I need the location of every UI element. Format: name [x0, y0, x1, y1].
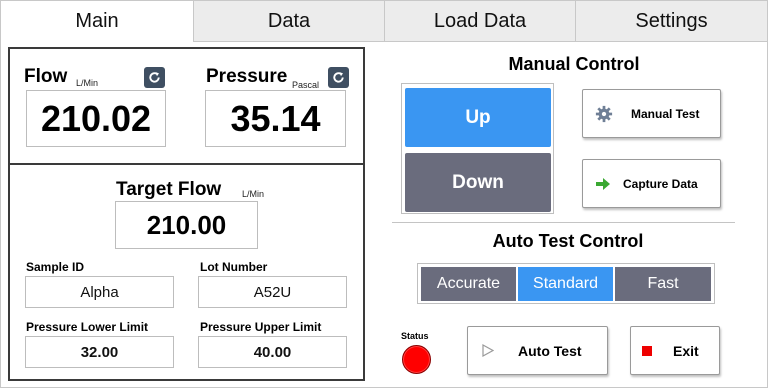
pressure-refresh-button[interactable]	[328, 67, 349, 88]
manual-control-title: Manual Control	[508, 54, 640, 74]
flow-refresh-button[interactable]	[144, 67, 165, 88]
status-label: Status	[401, 331, 429, 341]
exit-button[interactable]: Exit	[630, 326, 720, 375]
play-icon	[468, 327, 508, 374]
capture-data-button[interactable]: Capture Data	[582, 159, 721, 208]
tab-main[interactable]: Main	[0, 0, 194, 42]
lot-number-label: Lot Number	[200, 260, 268, 274]
up-button[interactable]: Up	[405, 88, 551, 147]
pressure-lower-limit-input[interactable]: 32.00	[25, 336, 174, 368]
target-flow-label: Target Flow	[116, 179, 222, 200]
gear-icon	[583, 90, 625, 137]
auto-test-control-title: Auto Test Control	[492, 231, 644, 251]
mode-fast-button[interactable]: Fast	[615, 267, 711, 301]
flow-unit: L/Min	[76, 78, 99, 88]
tab-settings[interactable]: Settings	[575, 0, 768, 42]
status-indicator	[402, 345, 431, 374]
stop-icon	[631, 327, 663, 374]
tab-data[interactable]: Data	[193, 0, 385, 42]
mode-standard-button[interactable]: Standard	[518, 267, 613, 301]
manual-test-label: Manual Test	[631, 106, 700, 121]
down-button[interactable]: Down	[405, 153, 551, 212]
tab-load-data[interactable]: Load Data	[384, 0, 576, 42]
pressure-upper-limit-input[interactable]: 40.00	[198, 336, 347, 368]
target-flow-input[interactable]: 210.00	[115, 201, 258, 249]
pressure-value: 35.14	[205, 90, 346, 147]
refresh-icon	[333, 72, 344, 83]
manual-test-button[interactable]: Manual Test	[582, 89, 721, 138]
pressure-label: Pressure	[206, 66, 288, 87]
refresh-icon	[149, 72, 160, 83]
mode-accurate-button[interactable]: Accurate	[421, 267, 516, 301]
auto-test-button[interactable]: Auto Test	[467, 326, 608, 375]
sample-id-label: Sample ID	[26, 260, 85, 274]
flow-value: 210.02	[26, 90, 166, 147]
exit-label: Exit	[673, 342, 699, 359]
section-divider	[392, 222, 735, 223]
arrow-right-icon	[583, 160, 623, 207]
target-flow-unit: L/Min	[242, 189, 265, 199]
lot-number-input[interactable]: A52U	[198, 276, 347, 308]
sample-id-input[interactable]: Alpha	[25, 276, 174, 308]
capture-data-label: Capture Data	[623, 176, 698, 191]
tab-bar: Main Data Load Data Settings	[0, 0, 768, 42]
pressure-upper-limit-label: Pressure Upper Limit	[200, 320, 322, 334]
pressure-lower-limit-label: Pressure Lower Limit	[26, 320, 149, 334]
auto-test-label: Auto Test	[518, 342, 582, 359]
flow-label: Flow	[24, 66, 68, 87]
pressure-unit: Pascal	[292, 80, 320, 90]
